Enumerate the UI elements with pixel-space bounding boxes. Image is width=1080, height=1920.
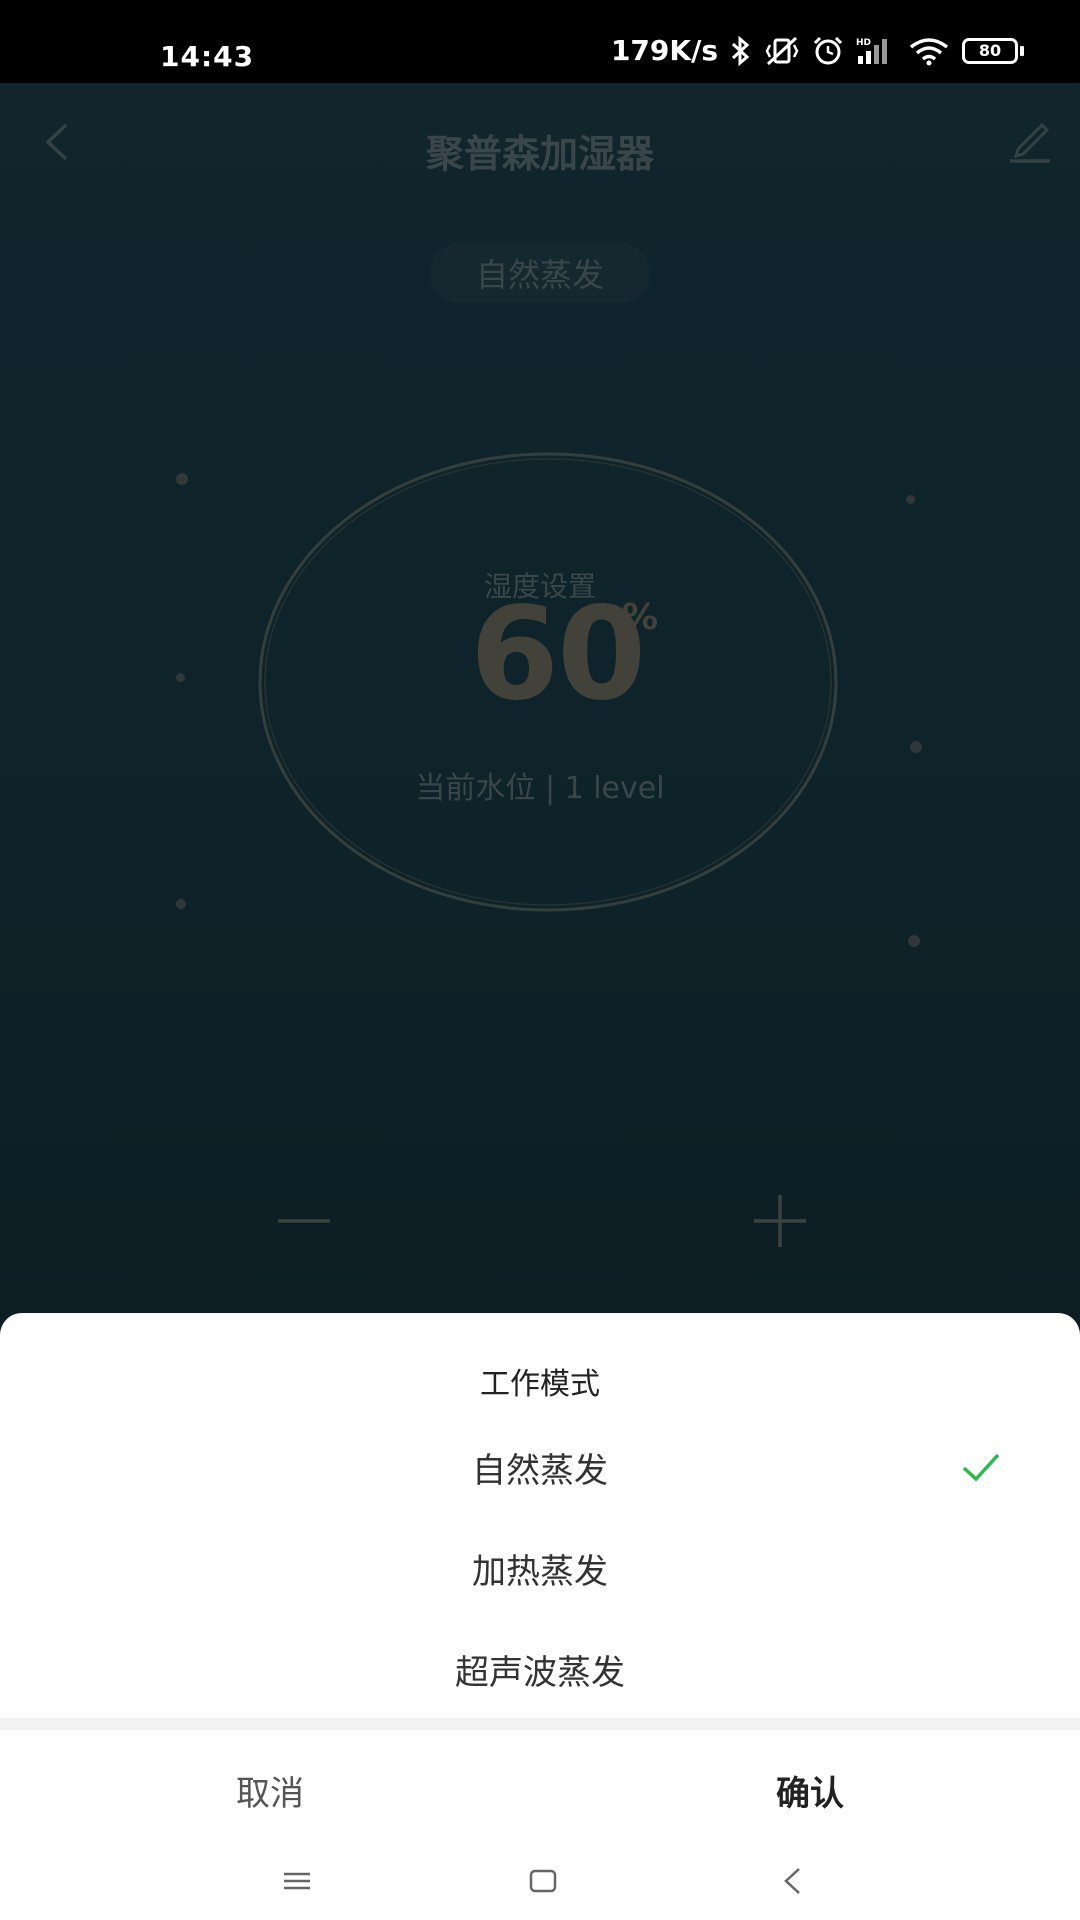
status-time: 14:43	[160, 40, 255, 73]
hd-signal-icon: HD	[856, 36, 896, 66]
svg-text:HD: HD	[856, 38, 871, 48]
nav-back-icon	[784, 1868, 800, 1894]
sheet-divider	[0, 1718, 1080, 1730]
alarm-icon	[812, 36, 844, 66]
status-icons: 179K/s HD 80	[611, 34, 1024, 67]
work-mode-sheet: 工作模式 自然蒸发 加热蒸发 超声波蒸发 取消 确认	[0, 1313, 1080, 1920]
mode-option-ultrasonic[interactable]: 超声波蒸发	[0, 1619, 1080, 1719]
nav-menu-button[interactable]	[282, 1866, 312, 1896]
menu-icon	[284, 1872, 310, 1890]
screen: 14:43 179K/s HD 80 聚普森加湿器 自然蒸发 湿度设置 60 %…	[0, 0, 1080, 1920]
confirm-button[interactable]: 确认	[540, 1730, 1080, 1850]
wifi-icon	[908, 36, 950, 66]
home-square-icon	[529, 1869, 557, 1893]
option-label: 自然蒸发	[472, 1450, 608, 1491]
battery-icon: 80	[962, 37, 1024, 64]
option-label: 加热蒸发	[472, 1551, 608, 1592]
bluetooth-icon	[730, 35, 752, 66]
battery-level: 80	[962, 37, 1018, 64]
nav-back-button[interactable]	[778, 1864, 808, 1898]
option-label: 超声波蒸发	[455, 1652, 625, 1693]
network-speed: 179K/s	[610, 34, 718, 67]
mode-option-heating[interactable]: 加热蒸发	[0, 1518, 1080, 1618]
check-icon	[962, 1453, 1000, 1482]
sheet-title: 工作模式	[480, 1367, 600, 1402]
cancel-button[interactable]: 取消	[0, 1730, 540, 1850]
status-bar: 14:43 179K/s HD 80	[0, 0, 1080, 83]
battery-tip	[1020, 45, 1024, 56]
vibrate-icon	[764, 36, 800, 66]
system-nav-bar	[0, 1850, 1080, 1920]
nav-home-button[interactable]	[528, 1866, 558, 1896]
mode-option-natural[interactable]: 自然蒸发	[0, 1417, 1080, 1517]
